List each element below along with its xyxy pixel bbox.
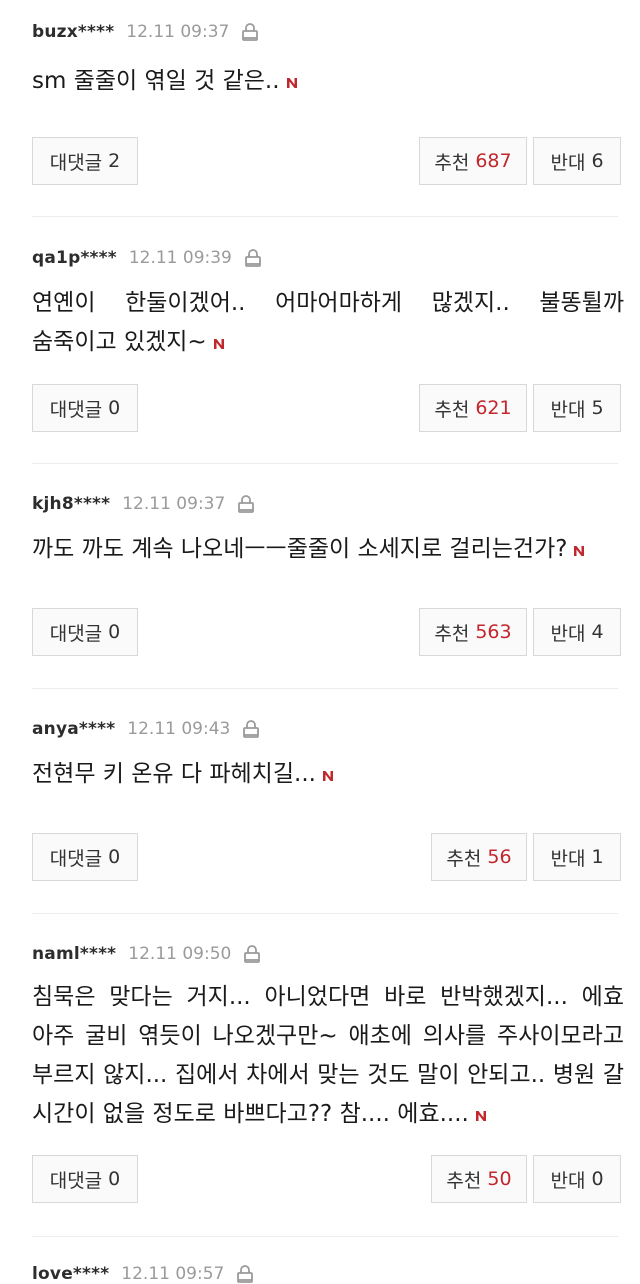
lock-icon (236, 1264, 254, 1284)
comment-meta: qa1p**** 12.11 09:39 (32, 248, 262, 268)
lock-icon (243, 944, 261, 964)
reply-button[interactable]: 대댓글 2 (32, 137, 138, 185)
comment-divider (32, 216, 618, 217)
comment-text: sm 줄줄이 엮일 것 같은.. (32, 62, 624, 101)
lock-icon (244, 248, 262, 268)
comment-divider (32, 913, 618, 914)
comment-text: 전현무 키 온유 다 파헤치길... (32, 755, 624, 794)
lock-icon (242, 719, 260, 739)
new-badge-icon (322, 756, 334, 781)
comment-meta: kjh8**** 12.11 09:37 (32, 494, 255, 514)
timestamp: 12.11 09:37 (126, 22, 230, 42)
username[interactable]: love**** (32, 1264, 109, 1284)
reply-button[interactable]: 대댓글 0 (32, 384, 138, 432)
comment-divider (32, 1236, 618, 1237)
username[interactable]: kjh8**** (32, 494, 110, 514)
reply-button[interactable]: 대댓글 0 (32, 608, 138, 656)
oppose-button[interactable]: 반대 5 (533, 384, 621, 432)
comment-text: 까도 까도 계속 나오네ㅡㅡ줄줄이 소세지로 걸리는건가? (32, 530, 624, 569)
username[interactable]: buzx**** (32, 22, 114, 42)
comment-meta: love**** 12.11 09:57 (32, 1264, 254, 1284)
comment-divider (32, 463, 618, 464)
username[interactable]: anya**** (32, 719, 115, 739)
timestamp: 12.11 09:57 (121, 1264, 225, 1284)
timestamp: 12.11 09:39 (128, 248, 232, 268)
recommend-button[interactable]: 추천 563 (419, 608, 527, 656)
recommend-button[interactable]: 추천 56 (431, 833, 527, 881)
comment-meta: anya**** 12.11 09:43 (32, 719, 260, 739)
oppose-button[interactable]: 반대 1 (533, 833, 621, 881)
oppose-button[interactable]: 반대 4 (533, 608, 621, 656)
recommend-button[interactable]: 추천 50 (431, 1155, 527, 1203)
reply-button[interactable]: 대댓글 0 (32, 1155, 138, 1203)
username[interactable]: qa1p**** (32, 248, 117, 268)
timestamp: 12.11 09:37 (122, 494, 226, 514)
new-badge-icon (573, 531, 585, 556)
comment-text: 침묵은 맞다는 거지... 아니었다면 바로 반박했겠지... 에효 아주 굴비… (32, 984, 624, 1127)
new-badge-icon (286, 63, 298, 88)
username[interactable]: naml**** (32, 944, 116, 964)
new-badge-icon (213, 324, 225, 349)
lock-icon (237, 494, 255, 514)
comment-text: 연옌이 한둘이겠어.. 어마어마하게 많겠지.. 불똥튈까 숨죽이고 있겠지~ (32, 290, 624, 355)
new-badge-icon (475, 1096, 487, 1121)
lock-icon (241, 22, 259, 42)
comment-divider (32, 688, 618, 689)
timestamp: 12.11 09:50 (128, 944, 232, 964)
reply-button[interactable]: 대댓글 0 (32, 833, 138, 881)
oppose-button[interactable]: 반대 0 (533, 1155, 621, 1203)
timestamp: 12.11 09:43 (127, 719, 231, 739)
comment-meta: buzx**** 12.11 09:37 (32, 22, 259, 42)
recommend-button[interactable]: 추천 687 (419, 137, 527, 185)
oppose-button[interactable]: 반대 6 (533, 137, 621, 185)
comment-meta: naml**** 12.11 09:50 (32, 944, 261, 964)
recommend-button[interactable]: 추천 621 (419, 384, 527, 432)
